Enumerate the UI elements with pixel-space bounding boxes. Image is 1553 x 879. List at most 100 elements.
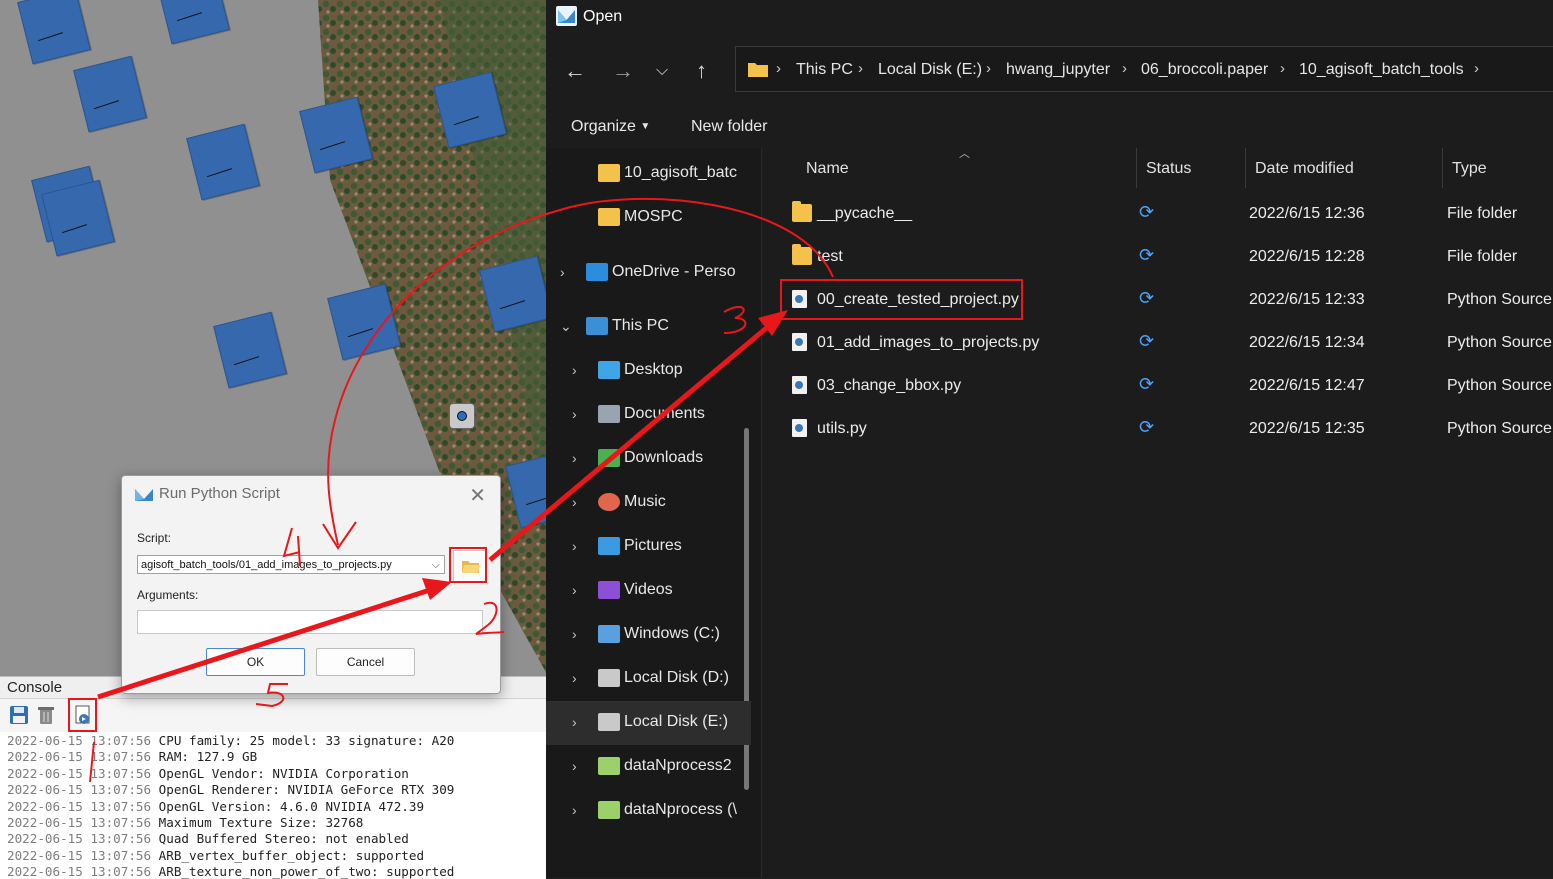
file-row[interactable]: 00_create_tested_project.py 2022/6/15 12:… [784,279,1553,322]
nav-item-label: Local Disk (D:) [624,669,729,686]
open-file-dialog: Open ← → ⌵ ↑ › This PC › Local Disk (E:)… [546,0,1553,878]
videos-icon [598,581,620,599]
nav-item[interactable]: › Pictures [546,525,751,569]
breadcrumb-item[interactable]: hwang_jupyter [1006,61,1110,79]
file-row[interactable]: test 2022/6/15 12:28 File folder ⟳ [784,236,1553,279]
chevron-right-icon[interactable]: › [572,362,577,378]
close-icon[interactable]: ✕ [469,483,486,508]
browse-button[interactable] [453,550,487,582]
chevron-right-icon[interactable]: › [572,494,577,510]
cloud-icon [586,263,608,281]
file-row[interactable]: __pycache__ 2022/6/15 12:36 File folder ⟳ [784,193,1553,236]
back-arrow-icon[interactable]: ← [564,58,586,84]
navigation-pane: 10_agisoft_batc MOSPC › OneDrive - Perso ⌄ Th… [546,148,761,878]
breadcrumb-item[interactable]: Local Disk (E:) [878,61,982,79]
chevron-right-icon[interactable]: › [572,406,577,422]
column-divider[interactable] [1136,148,1137,188]
up-arrow-icon[interactable]: ↑ [696,58,707,84]
nav-item[interactable]: › dataNprocess (\ [546,789,751,833]
arguments-input[interactable] [137,610,483,634]
script-path-combobox[interactable]: agisoft_batch_tools/01_add_images_to_pro… [137,555,445,574]
folder-icon [598,164,620,182]
nav-item[interactable]: › Videos [546,569,751,613]
run-script-icon[interactable] [72,704,94,726]
nav-item-label: MOSPC [624,208,683,225]
downloads-icon [598,449,620,467]
chevron-down-icon[interactable]: ⌄ [560,318,572,335]
cancel-button[interactable]: Cancel [316,648,415,676]
breadcrumb-item[interactable]: 06_broccoli.paper [1141,61,1268,79]
file-row[interactable]: 03_change_bbox.py 2022/6/15 12:47 Python S… [784,365,1553,408]
open-dialog-titlebar: Open [546,0,1553,34]
nav-item[interactable]: › Documents [546,393,751,437]
file-type: File folder [1447,205,1518,222]
chevron-right-icon[interactable]: › [560,264,565,280]
folder-icon [792,244,812,265]
organize-button[interactable]: Organize ▼ [571,118,650,136]
clear-icon[interactable] [35,704,57,726]
metashape-logo-icon [556,6,577,26]
column-divider[interactable] [1245,148,1246,188]
file-list: ︿ Name Status Date modified Type __pycac… [761,148,1553,878]
script-path-value: agisoft_batch_tools/01_add_images_to_pro… [141,559,392,571]
breadcrumb-item[interactable]: 10_agisoft_batch_tools [1299,61,1464,79]
file-date-modified: 2022/6/15 12:34 [1249,334,1365,351]
file-name: test [817,248,843,265]
nav-item[interactable]: › OneDrive - Perso [546,251,751,295]
chevron-down-icon[interactable]: ⌵ [432,556,440,573]
chevron-right-icon[interactable]: › [572,758,577,774]
chevron-right-icon[interactable]: › [572,450,577,466]
file-name: utils.py [817,420,867,437]
sync-icon: ⟳ [1139,288,1155,308]
nav-item[interactable]: › dataNprocess2 [546,745,751,789]
log-message: Maximum Texture Size: 32768 [158,815,364,831]
file-row[interactable]: utils.py 2022/6/15 12:35 Python Source ⟳ [784,408,1553,451]
chevron-right-icon[interactable]: › [572,538,577,554]
nav-item[interactable]: › Music [546,481,751,525]
nav-item[interactable]: ⌄ This PC [546,305,751,349]
nav-item[interactable]: › Downloads [546,437,751,481]
chevron-right-icon[interactable]: › [572,582,577,598]
metashape-logo-icon [135,489,153,501]
python-file-icon [792,333,807,351]
chevron-right-icon[interactable]: › [572,670,577,686]
address-bar[interactable]: › This PC › Local Disk (E:) › hwang_jupy… [735,46,1553,92]
log-message: OpenGL Version: 4.6.0 NVIDIA 472.39 [158,798,425,814]
column-header-name[interactable]: Name [806,160,849,178]
sync-icon: ⟳ [1139,245,1155,265]
file-type: Python Source [1447,420,1552,437]
nav-item[interactable]: › Local Disk (E:) [546,701,751,745]
chevron-right-icon[interactable]: › [572,714,577,730]
drone-position-icon [449,403,475,429]
log-timestamp: 2022-06-15 13:07:56 [7,864,152,879]
save-icon[interactable] [8,704,30,726]
nav-item[interactable]: › Windows (C:) [546,613,751,657]
log-message: ARB_vertex_buffer_object: supported [158,847,425,863]
nav-item-label: Local Disk (E:) [624,713,729,730]
console-log-line: 2022-06-15 13:07:56 RAM: 127.9 GB [7,749,553,765]
nav-item-label: Pictures [624,537,682,554]
drive-c-icon [598,625,620,643]
nav-item[interactable]: MOSPC [546,196,751,240]
chevron-right-icon[interactable]: › [572,802,577,818]
log-message: OpenGL Vendor: NVIDIA Corporation [158,765,409,781]
nav-item[interactable]: › Local Disk (D:) [546,657,751,701]
nav-item[interactable]: › Desktop [546,349,751,393]
sort-ascending-icon: ︿ [959,148,970,160]
forward-arrow-icon[interactable]: → [612,58,634,84]
column-divider[interactable] [1442,148,1443,188]
column-header-status[interactable]: Status [1146,160,1191,178]
arguments-label: Arguments: [137,588,199,602]
file-row[interactable]: 01_add_images_to_projects.py 2022/6/15 12… [784,322,1553,365]
new-folder-button[interactable]: New folder [691,118,767,136]
column-header-type[interactable]: Type [1452,160,1487,178]
chevron-right-icon[interactable]: › [572,626,577,642]
console-toolbar [0,699,546,732]
python-file-icon [792,419,807,437]
ok-button[interactable]: OK [206,648,305,676]
recent-locations-chevron-icon[interactable]: ⌵ [656,62,668,80]
breadcrumb-item[interactable]: This PC [796,61,853,79]
nav-item[interactable]: 10_agisoft_batc [546,152,751,196]
file-type: Python Source [1447,334,1552,351]
column-header-date[interactable]: Date modified [1255,160,1354,178]
